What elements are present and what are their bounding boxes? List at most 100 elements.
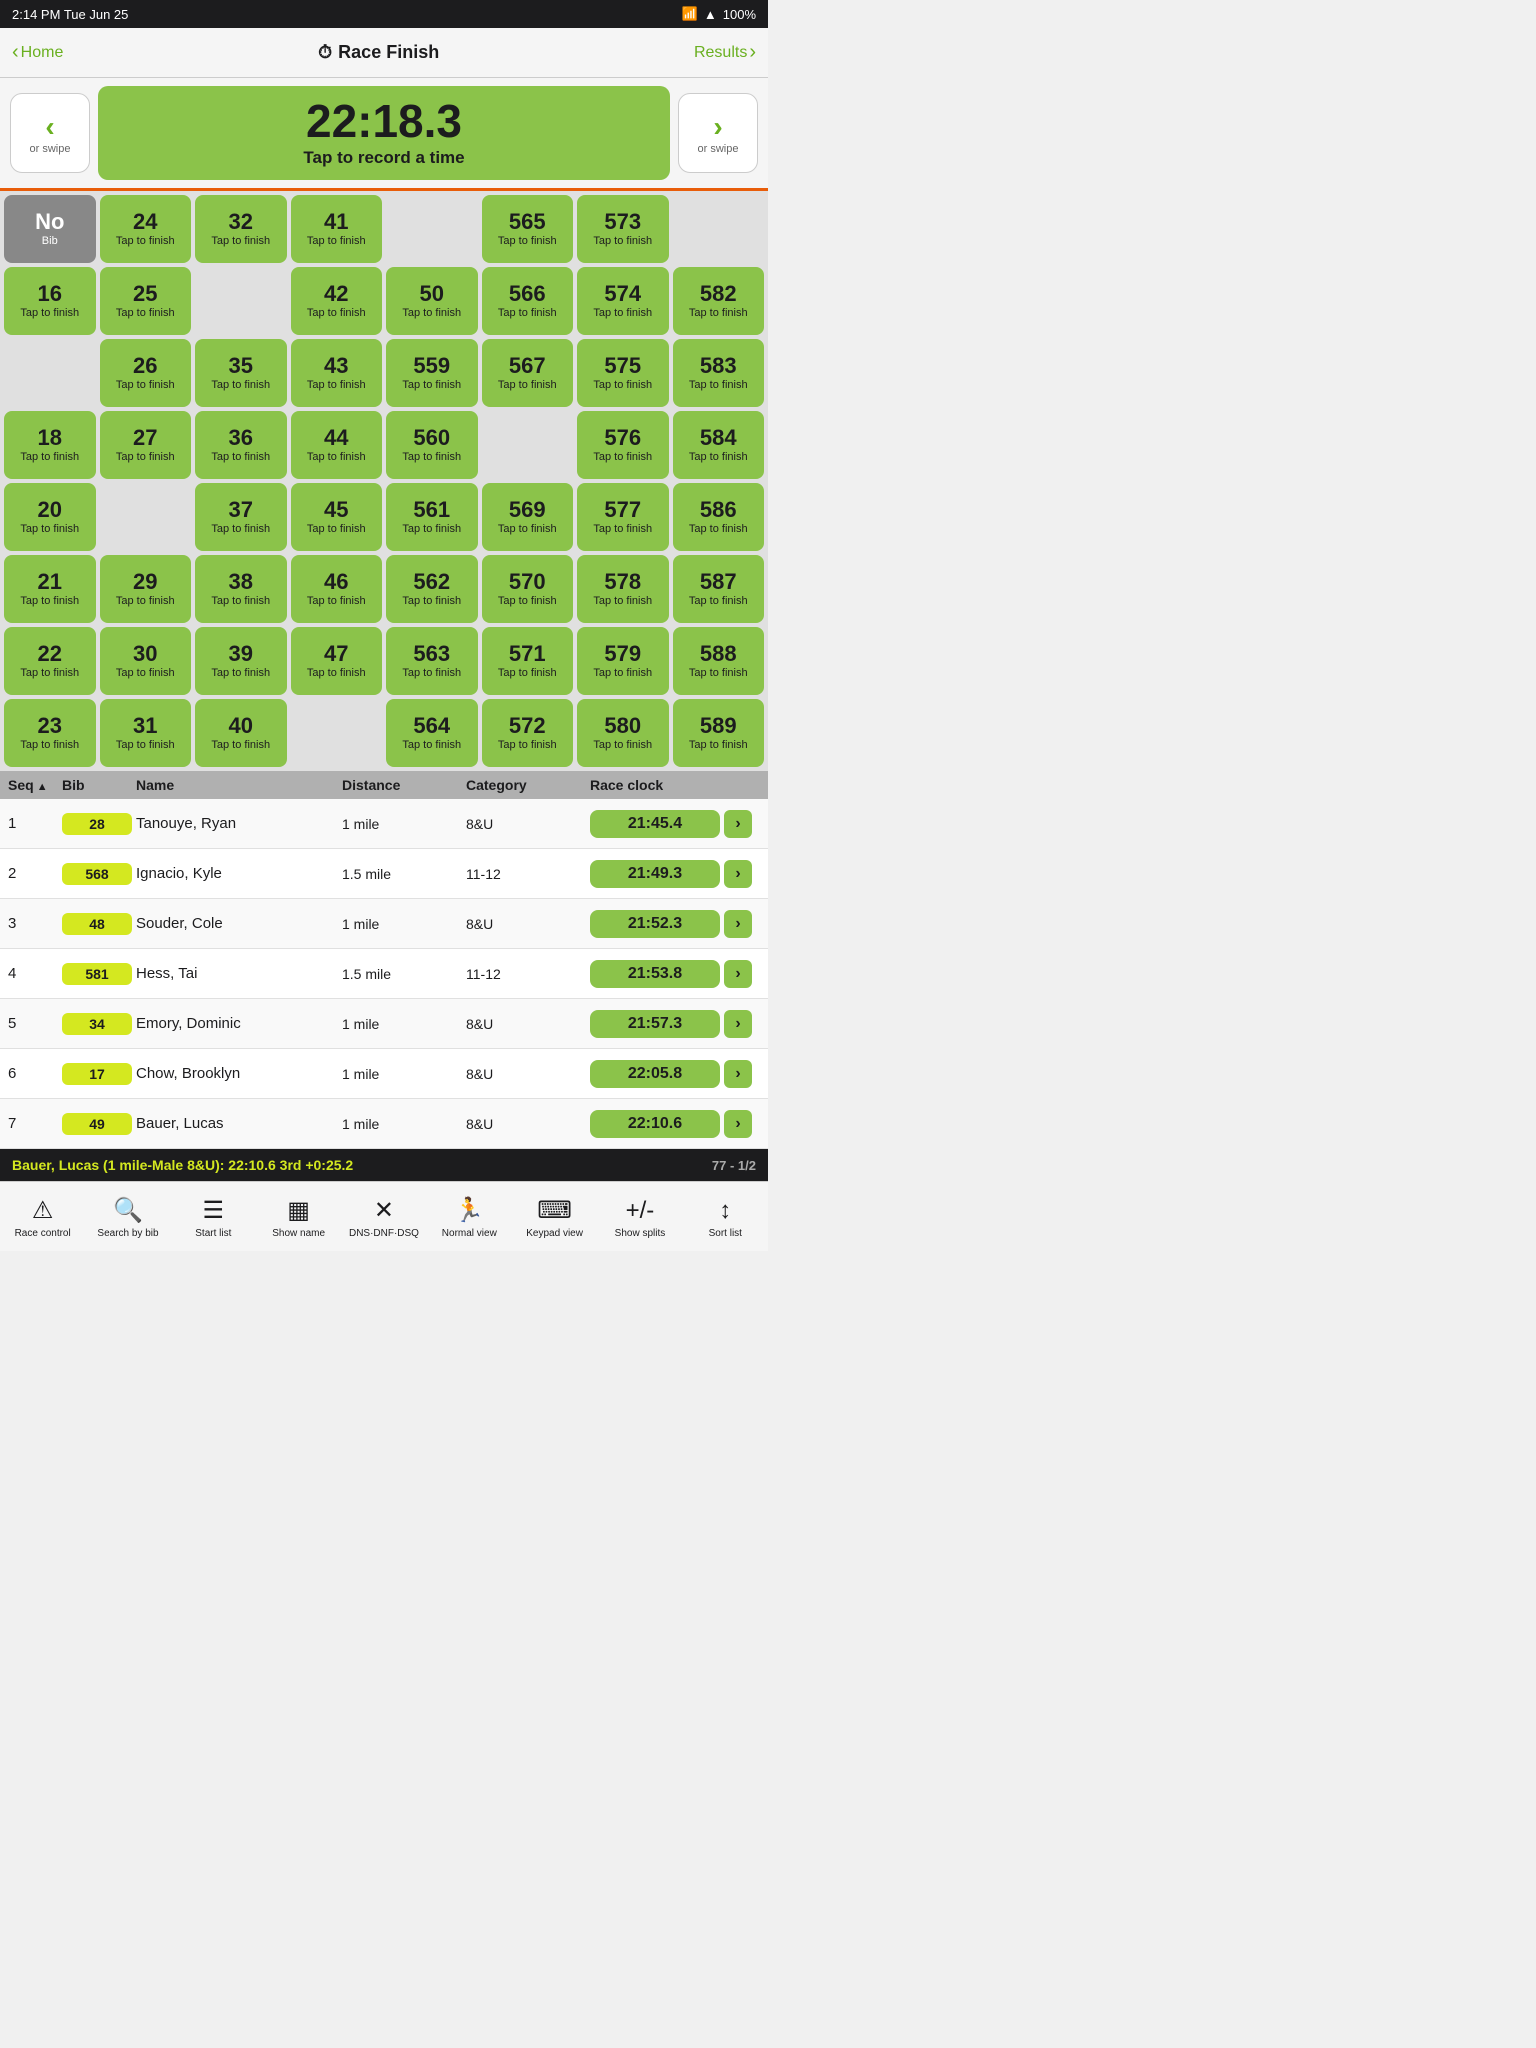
- bib-tile[interactable]: 588Tap to finish: [673, 627, 765, 695]
- bib-tile[interactable]: 23Tap to finish: [4, 699, 96, 767]
- bib-tile[interactable]: 16Tap to finish: [4, 267, 96, 335]
- bib-tile[interactable]: 50Tap to finish: [386, 267, 478, 335]
- toolbar-show-splits[interactable]: +/- Show splits: [605, 1197, 675, 1239]
- toolbar-show-name[interactable]: ▦ Show name: [264, 1196, 334, 1239]
- table-row[interactable]: 5 34 Emory, Dominic 1 mile 8&U 21:57.3 ›: [0, 999, 768, 1049]
- toolbar-keypad-view[interactable]: ⌨ Keypad view: [520, 1196, 590, 1239]
- bib-tile[interactable]: 572Tap to finish: [482, 699, 574, 767]
- bib-tile[interactable]: 36Tap to finish: [195, 411, 287, 479]
- bib-tile[interactable]: 560Tap to finish: [386, 411, 478, 479]
- bib-tile[interactable]: 563Tap to finish: [386, 627, 478, 695]
- bib-tile[interactable]: 567Tap to finish: [482, 339, 574, 407]
- cell-seq: 3: [8, 915, 58, 932]
- bib-tile[interactable]: 579Tap to finish: [577, 627, 669, 695]
- table-row[interactable]: 1 28 Tanouye, Ryan 1 mile 8&U 21:45.4 ›: [0, 799, 768, 849]
- bib-tile[interactable]: 582Tap to finish: [673, 267, 765, 335]
- bib-action: Tap to finish: [211, 379, 270, 391]
- bib-tile[interactable]: 37Tap to finish: [195, 483, 287, 551]
- keypad-view-icon: ⌨: [537, 1196, 572, 1225]
- bib-tile[interactable]: 32Tap to finish: [195, 195, 287, 263]
- toolbar-normal-view[interactable]: 🏃 Normal view: [434, 1196, 504, 1239]
- bib-tile[interactable]: 18Tap to finish: [4, 411, 96, 479]
- row-detail-button[interactable]: ›: [724, 910, 752, 938]
- toolbar-race-control[interactable]: ⚠ Race control: [8, 1196, 78, 1239]
- bib-action: Tap to finish: [211, 235, 270, 247]
- bib-number: 37: [229, 499, 253, 521]
- bib-tile[interactable]: 574Tap to finish: [577, 267, 669, 335]
- home-button[interactable]: ‹ Home: [12, 41, 63, 64]
- row-detail-button[interactable]: ›: [724, 960, 752, 988]
- swipe-right-button[interactable]: › or swipe: [678, 93, 758, 173]
- bib-number: 588: [700, 643, 737, 665]
- toolbar-sort-list[interactable]: ↕ Sort list: [690, 1197, 760, 1239]
- bib-action: Tap to finish: [20, 307, 79, 319]
- bib-tile[interactable]: 47Tap to finish: [291, 627, 383, 695]
- bib-tile[interactable]: 583Tap to finish: [673, 339, 765, 407]
- bib-number: 39: [229, 643, 253, 665]
- bib-tile[interactable]: 565Tap to finish: [482, 195, 574, 263]
- bib-tile[interactable]: 25Tap to finish: [100, 267, 192, 335]
- bib-tile[interactable]: 561Tap to finish: [386, 483, 478, 551]
- bib-tile[interactable]: 576Tap to finish: [577, 411, 669, 479]
- bib-tile[interactable]: 578Tap to finish: [577, 555, 669, 623]
- bib-tile[interactable]: 24Tap to finish: [100, 195, 192, 263]
- bib-tile[interactable]: 41Tap to finish: [291, 195, 383, 263]
- table-row[interactable]: 3 48 Souder, Cole 1 mile 8&U 21:52.3 ›: [0, 899, 768, 949]
- bib-tile[interactable]: 580Tap to finish: [577, 699, 669, 767]
- cell-seq: 7: [8, 1115, 58, 1132]
- bib-tile[interactable]: 40Tap to finish: [195, 699, 287, 767]
- row-detail-button[interactable]: ›: [724, 1010, 752, 1038]
- cell-distance: 1.5 mile: [342, 866, 462, 882]
- bib-tile[interactable]: 31Tap to finish: [100, 699, 192, 767]
- bib-number: 561: [413, 499, 450, 521]
- row-detail-button[interactable]: ›: [724, 1110, 752, 1138]
- bib-tile[interactable]: 562Tap to finish: [386, 555, 478, 623]
- bib-tile[interactable]: 39Tap to finish: [195, 627, 287, 695]
- table-row[interactable]: 2 568 Ignacio, Kyle 1.5 mile 11-12 21:49…: [0, 849, 768, 899]
- bib-tile[interactable]: 44Tap to finish: [291, 411, 383, 479]
- bib-tile[interactable]: 571Tap to finish: [482, 627, 574, 695]
- timer-display[interactable]: 22:18.3 Tap to record a time: [98, 86, 670, 180]
- bib-tile[interactable]: 577Tap to finish: [577, 483, 669, 551]
- bib-tile[interactable]: NoBib: [4, 195, 96, 263]
- bib-tile[interactable]: 575Tap to finish: [577, 339, 669, 407]
- table-row[interactable]: 7 49 Bauer, Lucas 1 mile 8&U 22:10.6 ›: [0, 1099, 768, 1149]
- bib-tile[interactable]: 589Tap to finish: [673, 699, 765, 767]
- bib-action: Tap to finish: [402, 307, 461, 319]
- cell-category: 8&U: [466, 916, 586, 932]
- bib-tile[interactable]: 30Tap to finish: [100, 627, 192, 695]
- bib-tile[interactable]: 45Tap to finish: [291, 483, 383, 551]
- bib-tile[interactable]: 564Tap to finish: [386, 699, 478, 767]
- bib-tile[interactable]: 21Tap to finish: [4, 555, 96, 623]
- row-detail-button[interactable]: ›: [724, 1060, 752, 1088]
- toolbar-dns-dnf-dsq[interactable]: ✕ DNS·DNF·DSQ: [349, 1196, 419, 1239]
- row-detail-button[interactable]: ›: [724, 810, 752, 838]
- bib-tile[interactable]: 43Tap to finish: [291, 339, 383, 407]
- bib-tile[interactable]: 559Tap to finish: [386, 339, 478, 407]
- row-detail-button[interactable]: ›: [724, 860, 752, 888]
- bib-tile[interactable]: 566Tap to finish: [482, 267, 574, 335]
- bib-tile[interactable]: 26Tap to finish: [100, 339, 192, 407]
- bib-tile[interactable]: 29Tap to finish: [100, 555, 192, 623]
- bib-tile[interactable]: 38Tap to finish: [195, 555, 287, 623]
- bib-tile[interactable]: 586Tap to finish: [673, 483, 765, 551]
- bib-tile[interactable]: 35Tap to finish: [195, 339, 287, 407]
- bib-tile[interactable]: 42Tap to finish: [291, 267, 383, 335]
- bib-tile[interactable]: 46Tap to finish: [291, 555, 383, 623]
- swipe-left-button[interactable]: ‹ or swipe: [10, 93, 90, 173]
- cell-bib: 568: [62, 863, 132, 885]
- bib-tile[interactable]: 27Tap to finish: [100, 411, 192, 479]
- table-row[interactable]: 6 17 Chow, Brooklyn 1 mile 8&U 22:05.8 ›: [0, 1049, 768, 1099]
- bib-tile[interactable]: 20Tap to finish: [4, 483, 96, 551]
- bib-tile[interactable]: 22Tap to finish: [4, 627, 96, 695]
- bib-tile[interactable]: 570Tap to finish: [482, 555, 574, 623]
- bib-tile: [673, 195, 765, 263]
- bib-tile[interactable]: 584Tap to finish: [673, 411, 765, 479]
- toolbar-search-by-bib[interactable]: 🔍 Search by bib: [93, 1196, 163, 1239]
- bib-tile[interactable]: 573Tap to finish: [577, 195, 669, 263]
- results-button[interactable]: Results ›: [694, 41, 756, 64]
- bib-tile[interactable]: 569Tap to finish: [482, 483, 574, 551]
- table-row[interactable]: 4 581 Hess, Tai 1.5 mile 11-12 21:53.8 ›: [0, 949, 768, 999]
- toolbar-start-list[interactable]: ☰ Start list: [178, 1196, 248, 1239]
- bib-tile[interactable]: 587Tap to finish: [673, 555, 765, 623]
